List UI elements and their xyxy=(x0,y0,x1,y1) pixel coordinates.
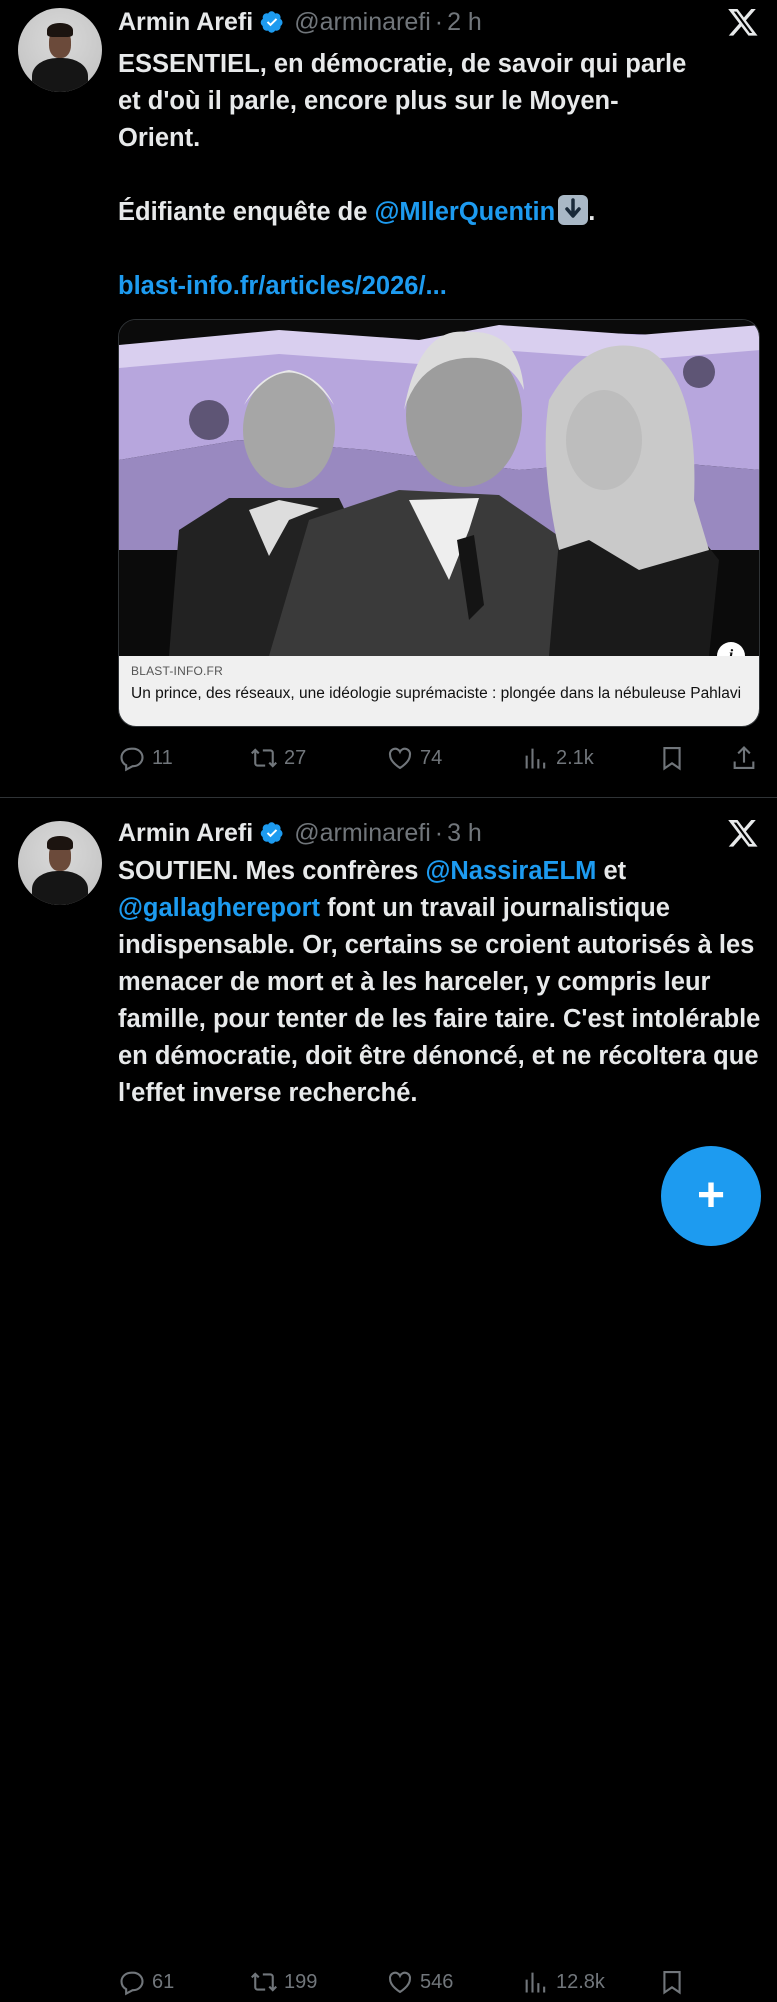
x-logo-icon xyxy=(727,817,759,849)
separator-dot: · xyxy=(434,818,444,847)
share-icon xyxy=(733,746,755,769)
repost-count: 27 xyxy=(284,746,307,769)
verified-badge-icon xyxy=(260,10,284,34)
views-button[interactable]: 12.8k xyxy=(522,1962,605,2002)
down-arrow-emoji-icon xyxy=(558,195,589,225)
tweet-text: SOUTIEN. Mes confrères @NassiraELM et @ga… xyxy=(118,857,761,1107)
reply-button[interactable]: 61 xyxy=(118,1962,174,2002)
author-handle[interactable]: @arminarefi xyxy=(294,8,431,37)
tweet-actions: 11 27 74 2.1k xyxy=(118,738,762,778)
reply-count: 11 xyxy=(152,746,173,769)
link-preview-card[interactable]: i BLAST-INFO.FR Un prince, des réseaux, … xyxy=(118,319,760,727)
article-link[interactable]: blast-info.fr/articles/2026/... xyxy=(118,272,447,300)
share-button[interactable] xyxy=(730,738,764,778)
repost-button[interactable]: 199 xyxy=(250,1962,317,2002)
view-count: 2.1k xyxy=(556,746,594,769)
x-logo-icon xyxy=(727,6,759,38)
tweet-actions: 61 199 546 12.8k xyxy=(118,1962,762,2002)
tweet-text: ESSENTIEL, en démocratie, de savoir qui … xyxy=(118,46,764,305)
text-line: et d'où il parle, encore plus sur le Moy… xyxy=(118,87,619,115)
reply-icon xyxy=(120,747,144,772)
mention-link[interactable]: @NassiraELM xyxy=(426,857,597,885)
mention-link[interactable]: @gallaghereport xyxy=(118,894,320,922)
repost-icon xyxy=(251,748,277,768)
reply-icon xyxy=(120,1971,144,1996)
author-name[interactable]: Armin Arefi xyxy=(118,8,253,37)
repost-count: 199 xyxy=(284,1970,318,1993)
bookmark-icon xyxy=(663,1971,681,1995)
separator-dot: · xyxy=(434,7,444,36)
bookmark-button[interactable] xyxy=(658,738,692,778)
views-chart-icon xyxy=(525,1972,546,1993)
repost-icon xyxy=(251,1972,277,1992)
like-count: 546 xyxy=(420,1970,454,1993)
text-line: ESSENTIEL, en démocratie, de savoir qui … xyxy=(118,50,687,78)
card-title: Un prince, des réseaux, une idéologie su… xyxy=(131,685,742,702)
mention-link[interactable]: @MllerQuentin xyxy=(374,198,555,226)
bookmark-icon xyxy=(663,747,681,771)
reply-button[interactable]: 11 xyxy=(118,738,173,778)
repost-button[interactable]: 27 xyxy=(250,738,306,778)
like-button[interactable]: 546 xyxy=(386,1962,453,2002)
text-line: Édifiante enquête de @MllerQuentin. xyxy=(118,194,764,231)
tweet-timestamp[interactable]: 2 h xyxy=(447,8,482,37)
plus-icon: + xyxy=(696,1169,726,1222)
views-chart-icon xyxy=(525,748,546,769)
heart-icon xyxy=(388,1971,412,1994)
compose-post-button[interactable]: + xyxy=(661,1146,761,1246)
text-line: Orient. xyxy=(118,124,201,152)
reply-count: 61 xyxy=(152,1970,175,1993)
tweet-header: Armin Arefi @arminarefi · 3 h xyxy=(118,815,482,851)
bookmark-button[interactable] xyxy=(658,1962,692,2002)
author-handle[interactable]: @arminarefi xyxy=(294,819,431,848)
tweet-timestamp[interactable]: 3 h xyxy=(447,819,482,848)
verified-badge-icon xyxy=(260,821,284,845)
card-image[interactable] xyxy=(119,320,759,656)
text-line: blast-info.fr/articles/2026/... xyxy=(118,268,764,305)
author-avatar[interactable] xyxy=(18,821,102,905)
tweet-divider xyxy=(0,797,777,798)
author-name[interactable]: Armin Arefi xyxy=(118,819,253,848)
author-avatar[interactable] xyxy=(18,8,102,92)
views-button[interactable]: 2.1k xyxy=(522,738,594,778)
card-domain: BLAST-INFO.FR xyxy=(131,664,223,678)
heart-icon xyxy=(388,747,412,770)
tweet[interactable]: Armin Arefi @arminarefi · 2 h ESSENTIEL,… xyxy=(0,0,777,798)
like-button[interactable]: 74 xyxy=(386,738,442,778)
view-count: 12.8k xyxy=(556,1970,605,1993)
card-meta[interactable]: BLAST-INFO.FR Un prince, des réseaux, un… xyxy=(119,656,759,726)
tweet-header: Armin Arefi @arminarefi · 2 h xyxy=(118,4,482,40)
like-count: 74 xyxy=(420,746,443,769)
